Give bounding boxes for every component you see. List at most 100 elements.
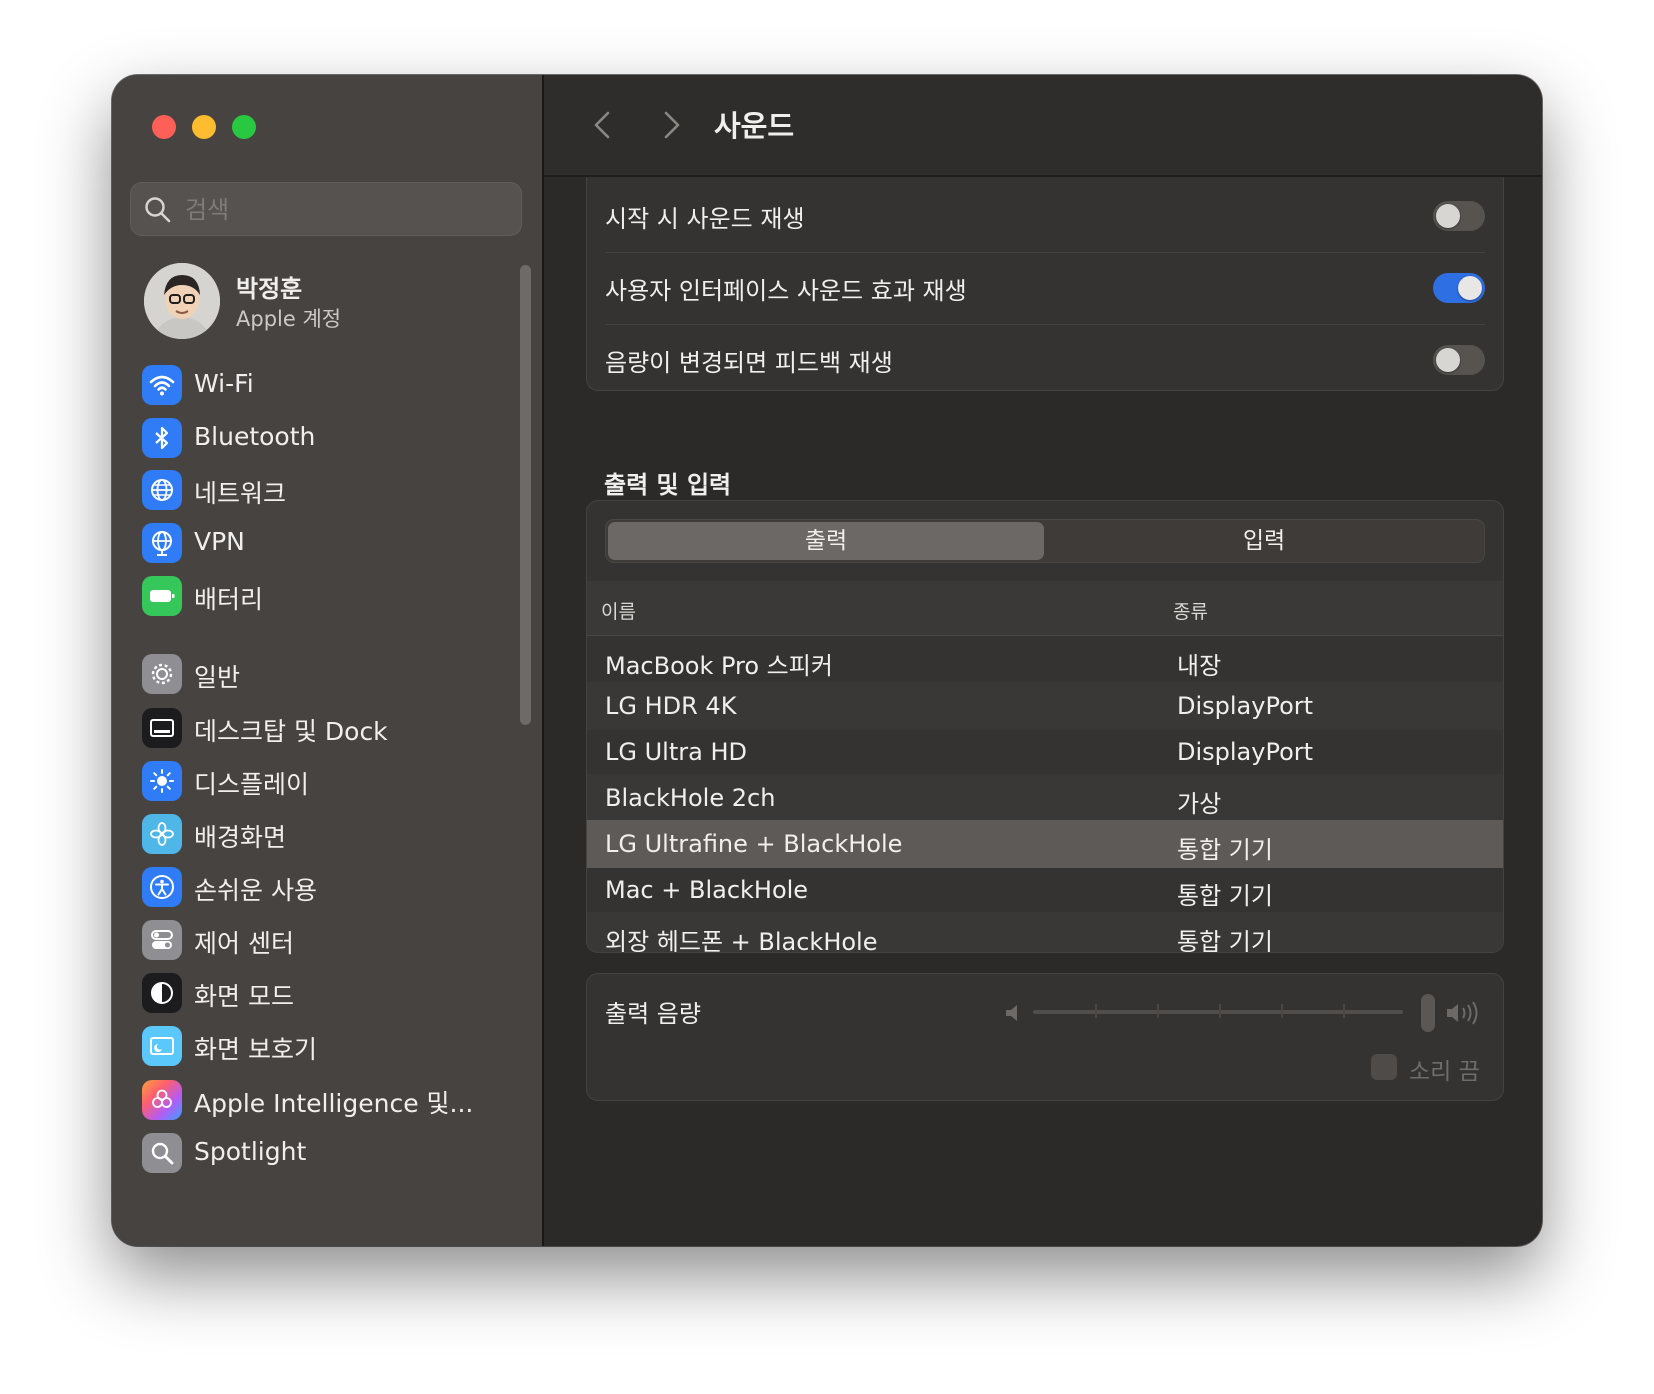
device-type: DisplayPort: [1177, 692, 1314, 720]
device-type: 내장: [1177, 652, 1222, 680]
appearance-icon: [142, 973, 182, 1013]
sidebar-item-screensaver[interactable]: 화면 보호기: [142, 1021, 532, 1069]
sidebar-item-spotlight[interactable]: Spotlight: [142, 1128, 532, 1176]
sidebar-item-label: 제어 센터: [194, 929, 294, 958]
toggle-row-volume-feedback: 음량이 변경되면 피드백 재생: [605, 321, 1485, 397]
sidebar-item-label: 일반: [194, 663, 241, 692]
toggles-icon: [142, 920, 182, 960]
sidebar-item-bluetooth[interactable]: Bluetooth: [142, 413, 532, 461]
intelligence-icon: [142, 1080, 182, 1120]
device-type: 통합 기기: [1177, 836, 1273, 864]
table-row[interactable]: MacBook Pro 스피커 내장: [587, 636, 1503, 684]
output-input-segmented-control: 출력 입력: [605, 519, 1485, 563]
device-type: DisplayPort: [1177, 738, 1314, 766]
mute-checkbox[interactable]: [1371, 1054, 1397, 1080]
globe-icon: [142, 470, 182, 510]
flower-icon: [142, 814, 182, 854]
toggle-label: 사용자 인터페이스 사운드 효과 재생: [605, 277, 967, 305]
search-field[interactable]: [130, 182, 522, 236]
sidebar-item-label: 디스플레이: [194, 770, 310, 799]
toggle-row-ui-sound: 사용자 인터페이스 사운드 효과 재생: [605, 249, 1485, 325]
device-name: LG Ultra HD: [605, 738, 747, 766]
back-chevron-icon[interactable]: [588, 107, 618, 143]
table-header: 이름 종류: [587, 581, 1503, 636]
device-name: BlackHole 2ch: [605, 784, 776, 812]
search-icon: [145, 197, 171, 223]
close-window-button[interactable]: [152, 115, 176, 139]
accessibility-icon: [142, 867, 182, 907]
ui-sound-toggle[interactable]: [1433, 273, 1485, 303]
column-header-type[interactable]: 종류: [1173, 597, 1208, 624]
tab-output[interactable]: 출력: [608, 522, 1044, 560]
toggle-label: 시작 시 사운드 재생: [605, 205, 805, 233]
volume-slider-thumb[interactable]: [1421, 994, 1435, 1032]
account-subtitle: Apple 계정: [236, 307, 342, 331]
avatar: [144, 263, 220, 339]
sidebar-item-battery[interactable]: 배터리: [142, 571, 532, 619]
dock-icon: [142, 708, 182, 748]
output-volume-label: 출력 음량: [605, 1000, 701, 1028]
maximize-window-button[interactable]: [232, 115, 256, 139]
forward-chevron-icon[interactable]: [656, 107, 686, 143]
apple-account[interactable]: 박정훈 Apple 계정: [144, 263, 524, 343]
bluetooth-icon: [142, 418, 182, 458]
device-type: 통합 기기: [1177, 928, 1273, 953]
sidebar-item-label: 손쉬운 사용: [194, 876, 317, 905]
sidebar-item-general[interactable]: 일반: [142, 649, 532, 697]
sidebar-item-desktop-dock[interactable]: 데스크탑 및 Dock: [142, 703, 532, 751]
sidebar-item-wifi[interactable]: Wi-Fi: [142, 360, 532, 408]
account-name: 박정훈: [236, 275, 303, 303]
sidebar-item-label: 데스크탑 및 Dock: [194, 717, 388, 746]
sidebar-item-label: VPN: [194, 527, 245, 556]
screensaver-icon: [142, 1026, 182, 1066]
table-row[interactable]: LG HDR 4K DisplayPort: [587, 682, 1503, 730]
table-row[interactable]: 외장 헤드폰 + BlackHole 통합 기기: [587, 912, 1503, 953]
sidebar-item-label: Bluetooth: [194, 422, 316, 451]
sidebar-item-display[interactable]: 디스플레이: [142, 756, 532, 804]
sidebar-item-network[interactable]: 네트워크: [142, 465, 532, 513]
device-name: LG HDR 4K: [605, 692, 737, 720]
device-name: MacBook Pro 스피커: [605, 652, 833, 680]
sidebar-item-apple-intelligence[interactable]: Apple Intelligence 및...: [142, 1075, 532, 1123]
sidebar-item-control-center[interactable]: 제어 센터: [142, 915, 532, 963]
column-header-name[interactable]: 이름: [601, 597, 636, 624]
sidebar-item-wallpaper[interactable]: 배경화면: [142, 809, 532, 857]
output-input-card: 출력 입력 이름 종류 MacBook Pro 스피커 내장 LG HDR 4K…: [586, 500, 1504, 953]
main-panel: 사운드 시작 시 사운드 재생 사용자 인터페이스 사운드 효과 재생 음량이 …: [544, 75, 1542, 1246]
sidebar-item-label: 네트워크: [194, 479, 287, 508]
volume-slider-track[interactable]: [1033, 1010, 1403, 1014]
search-input[interactable]: [183, 191, 507, 229]
sidebar-item-appearance[interactable]: 화면 모드: [142, 968, 532, 1016]
wifi-icon: [142, 365, 182, 405]
minimize-window-button[interactable]: [192, 115, 216, 139]
output-volume-card: 출력 음량 소리 끔: [586, 973, 1504, 1101]
startup-sound-toggle[interactable]: [1433, 201, 1485, 231]
device-name: Mac + BlackHole: [605, 876, 809, 904]
settings-window: 박정훈 Apple 계정 Wi-Fi Bluetooth 네트워크: [112, 75, 1542, 1246]
device-name: 외장 헤드폰 + BlackHole: [605, 928, 878, 953]
page-title: 사운드: [714, 109, 795, 143]
table-row[interactable]: Mac + BlackHole 통합 기기: [587, 866, 1503, 914]
globe-icon: [142, 523, 182, 563]
mute-label: 소리 끔: [1409, 1059, 1480, 1085]
magnifier-icon: [142, 1133, 182, 1173]
sidebar-item-accessibility[interactable]: 손쉬운 사용: [142, 862, 532, 910]
table-row[interactable]: BlackHole 2ch 가상: [587, 774, 1503, 822]
toggle-label: 음량이 변경되면 피드백 재생: [605, 349, 893, 377]
gear-icon: [142, 654, 182, 694]
device-name: LG Ultrafine + BlackHole: [605, 830, 903, 858]
device-type: 통합 기기: [1177, 882, 1273, 910]
sun-icon: [142, 761, 182, 801]
sidebar-item-vpn[interactable]: VPN: [142, 518, 532, 566]
sidebar-item-label: Apple Intelligence 및...: [194, 1089, 474, 1118]
volume-feedback-toggle[interactable]: [1433, 345, 1485, 375]
tab-input[interactable]: 입력: [1046, 522, 1482, 560]
sidebar-item-label: 화면 보호기: [194, 1035, 317, 1064]
table-row[interactable]: LG Ultra HD DisplayPort: [587, 728, 1503, 776]
sidebar-item-label: Spotlight: [194, 1137, 307, 1166]
speaker-high-icon: [1447, 1001, 1478, 1025]
sound-effects-card: 시작 시 사운드 재생 사용자 인터페이스 사운드 효과 재생 음량이 변경되면…: [586, 177, 1504, 391]
sidebar-item-label: 배터리: [194, 585, 264, 614]
table-row-selected[interactable]: LG Ultrafine + BlackHole 통합 기기: [587, 820, 1503, 868]
section-title: 출력 및 입력: [604, 471, 732, 499]
